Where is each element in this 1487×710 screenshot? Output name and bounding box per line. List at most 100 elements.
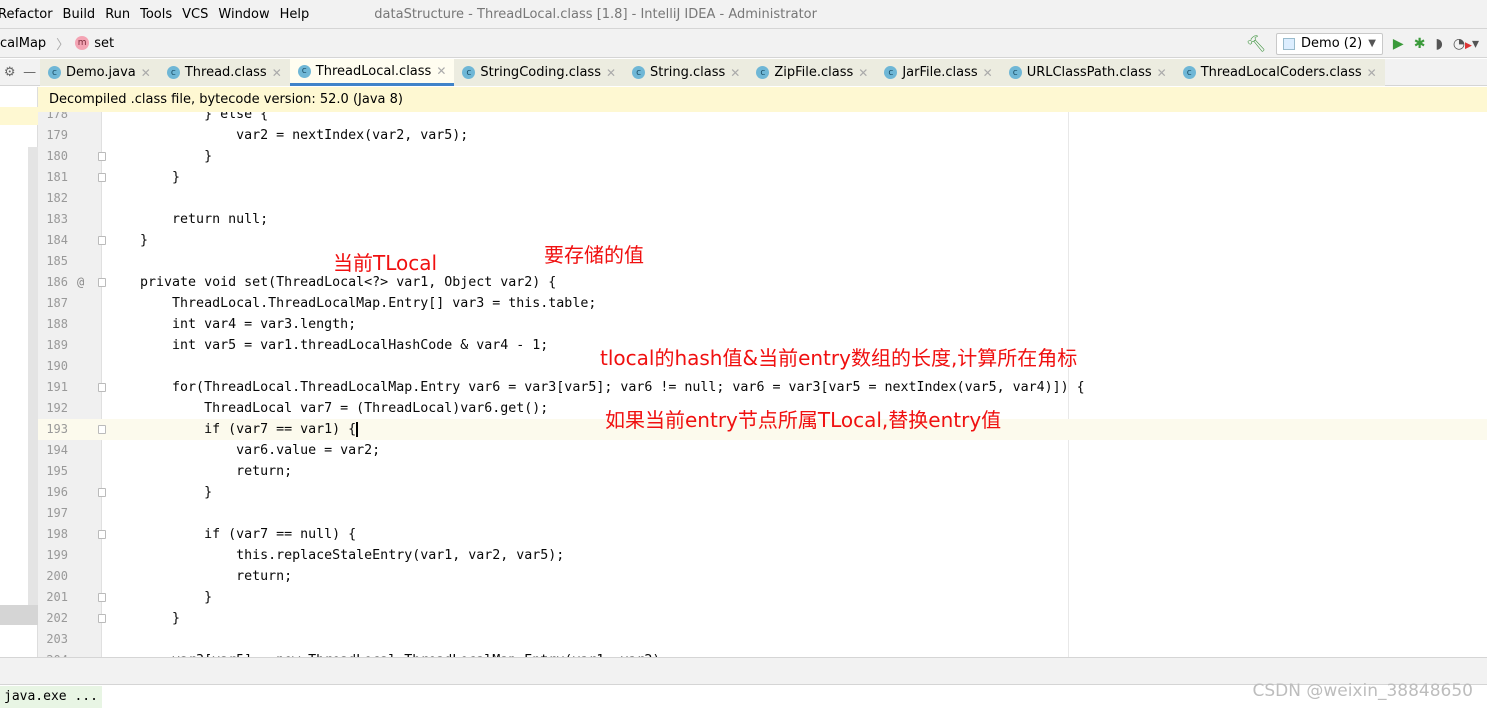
tab-threadlocal-class[interactable]: c ThreadLocal.class ✕ bbox=[289, 59, 455, 86]
fold-marker-icon[interactable] bbox=[98, 173, 106, 182]
tab-label: ZipFile.class bbox=[774, 65, 854, 80]
line-number: 195 bbox=[46, 464, 68, 478]
fold-marker-icon[interactable] bbox=[98, 614, 106, 623]
profiler-icon[interactable]: ◔▶▾ bbox=[1453, 36, 1479, 52]
code-text: private void set(ThreadLocal<?> var1, Ob… bbox=[108, 275, 557, 290]
tab-label: Demo.java bbox=[66, 65, 136, 80]
tab-zipfile-class[interactable]: c ZipFile.class ✕ bbox=[748, 59, 876, 86]
code-text: } bbox=[108, 170, 181, 185]
close-icon[interactable]: ✕ bbox=[858, 66, 868, 80]
fold-marker-icon[interactable] bbox=[98, 530, 106, 539]
fold-marker-icon[interactable] bbox=[98, 593, 106, 602]
code-text: if (var7 == var1) { bbox=[108, 422, 357, 437]
menu-refactor[interactable]: Refactor bbox=[0, 7, 58, 22]
line-number: 191 bbox=[46, 380, 68, 394]
code-line: 199 this.replaceStaleEntry(var1, var2, v… bbox=[38, 545, 1487, 566]
fold-marker-icon[interactable] bbox=[98, 152, 106, 161]
close-icon[interactable]: ✕ bbox=[606, 66, 616, 80]
menu-help[interactable]: Help bbox=[275, 7, 315, 22]
class-icon: c bbox=[756, 66, 770, 79]
code-line: 179 var2 = nextIndex(var2, var5); bbox=[38, 125, 1487, 146]
settings-gear-icon[interactable]: ⚙ bbox=[4, 65, 16, 80]
code-line: 196 } bbox=[38, 482, 1487, 503]
code-line: 204 var3[var5] = new ThreadLocal.ThreadL… bbox=[38, 650, 1487, 657]
close-icon[interactable]: ✕ bbox=[272, 66, 282, 80]
class-icon: c bbox=[632, 66, 646, 79]
debug-bug-icon[interactable]: ✱ bbox=[1414, 36, 1426, 52]
menu-window[interactable]: Window bbox=[213, 7, 274, 22]
annotation-value-to-store: 要存储的值 bbox=[544, 243, 644, 267]
tab-jarfile-class[interactable]: c JarFile.class ✕ bbox=[876, 59, 1000, 86]
tab-demo-java[interactable]: c Demo.java ✕ bbox=[40, 59, 159, 86]
fold-marker-icon[interactable] bbox=[98, 278, 106, 287]
tab-label: ThreadLocalCoders.class bbox=[1200, 65, 1362, 80]
line-number: 196 bbox=[46, 485, 68, 499]
line-number: 180 bbox=[46, 149, 68, 163]
line-number: 187 bbox=[46, 296, 68, 310]
run-console-output: java.exe ... bbox=[0, 686, 102, 708]
menu-build[interactable]: Build bbox=[58, 7, 101, 22]
close-icon[interactable]: ✕ bbox=[436, 64, 446, 78]
close-icon[interactable]: ✕ bbox=[730, 66, 740, 80]
line-number: 188 bbox=[46, 317, 68, 331]
tab-strip: c Demo.java ✕ c Thread.class ✕ c ThreadLocal.cl… bbox=[40, 59, 1385, 86]
code-line: 178 } else { bbox=[38, 112, 1487, 125]
code-line: 185 bbox=[38, 251, 1487, 272]
code-text: } bbox=[108, 590, 213, 605]
tab-stringcoding-class[interactable]: c StringCoding.class ✕ bbox=[454, 59, 624, 86]
method-icon: m bbox=[75, 36, 90, 50]
minimize-icon[interactable]: — bbox=[23, 65, 36, 80]
fold-marker-icon[interactable] bbox=[98, 488, 106, 497]
code-line: 198 if (var7 == null) { bbox=[38, 524, 1487, 545]
close-icon[interactable]: ✕ bbox=[1157, 66, 1167, 80]
code-line: 187 ThreadLocal.ThreadLocalMap.Entry[] v… bbox=[38, 293, 1487, 314]
code-line: 200 return; bbox=[38, 566, 1487, 587]
menu-tools[interactable]: Tools bbox=[135, 7, 177, 22]
menu-vcs[interactable]: VCS bbox=[177, 7, 213, 22]
menu-run[interactable]: Run bbox=[100, 7, 135, 22]
tab-threadlocalcoders-class[interactable]: c ThreadLocalCoders.class ✕ bbox=[1175, 59, 1385, 86]
code-line: 186 @ private void set(ThreadLocal<?> var… bbox=[38, 272, 1487, 293]
line-number: 189 bbox=[46, 338, 68, 352]
close-icon[interactable]: ✕ bbox=[1367, 66, 1377, 80]
tab-urlclasspath-class[interactable]: c URLClassPath.class ✕ bbox=[1001, 59, 1175, 86]
fold-marker-icon[interactable] bbox=[98, 425, 106, 434]
line-number: 204 bbox=[38, 650, 68, 657]
code-line: 181 } bbox=[38, 167, 1487, 188]
line-number: 203 bbox=[46, 632, 68, 646]
breadcrumb-class[interactable]: calMap bbox=[0, 36, 46, 51]
code-line: 203 bbox=[38, 629, 1487, 650]
watermark: CSDN @weixin_38848650 bbox=[1252, 681, 1473, 701]
code-text: } bbox=[108, 149, 213, 164]
code-text: ThreadLocal.ThreadLocalMap.Entry[] var3 … bbox=[108, 296, 597, 311]
code-line: 201 } bbox=[38, 587, 1487, 608]
code-line: 202 } bbox=[38, 608, 1487, 629]
run-configuration-select[interactable]: Demo (2) ▼ bbox=[1276, 32, 1383, 55]
code-text: } bbox=[108, 611, 181, 626]
code-text: if (var7 == null) { bbox=[108, 527, 357, 542]
code-text: for(ThreadLocal.ThreadLocalMap.Entry var… bbox=[108, 380, 1085, 395]
tab-thread-class[interactable]: c Thread.class ✕ bbox=[159, 59, 290, 86]
breadcrumb-separator: 〉 bbox=[56, 37, 70, 53]
coverage-icon[interactable]: ◗ bbox=[1435, 36, 1442, 52]
close-icon[interactable]: ✕ bbox=[141, 66, 151, 80]
tab-string-class[interactable]: c String.class ✕ bbox=[624, 59, 748, 86]
breadcrumb-method[interactable]: set bbox=[94, 36, 114, 51]
code-line: 184 } bbox=[38, 230, 1487, 251]
code-text: } bbox=[108, 485, 213, 500]
run-icon[interactable]: ▶ bbox=[1393, 36, 1404, 52]
close-icon[interactable]: ✕ bbox=[983, 66, 993, 80]
line-number: 202 bbox=[46, 611, 68, 625]
fold-marker-icon[interactable] bbox=[98, 383, 106, 392]
override-marker-icon[interactable]: @ bbox=[77, 272, 84, 293]
menu-bar: Refactor Build Run Tools VCS Window Help dataSt… bbox=[0, 0, 1487, 29]
class-icon: c bbox=[297, 64, 311, 78]
annotation-hash-index: tlocal的hash值&当前entry数组的长度,计算所在角标 bbox=[600, 346, 1078, 370]
code-text: return; bbox=[108, 464, 293, 479]
fold-marker-icon[interactable] bbox=[98, 236, 106, 245]
decompiled-banner: Decompiled .class file, bytecode version… bbox=[38, 87, 1487, 112]
code-editor[interactable]: 178 } else {179 var2 = nextIndex(var2, v… bbox=[38, 112, 1487, 657]
line-number: 198 bbox=[46, 527, 68, 541]
line-number: 199 bbox=[46, 548, 68, 562]
build-hammer-icon[interactable]: 🔨︎ bbox=[1246, 34, 1266, 53]
